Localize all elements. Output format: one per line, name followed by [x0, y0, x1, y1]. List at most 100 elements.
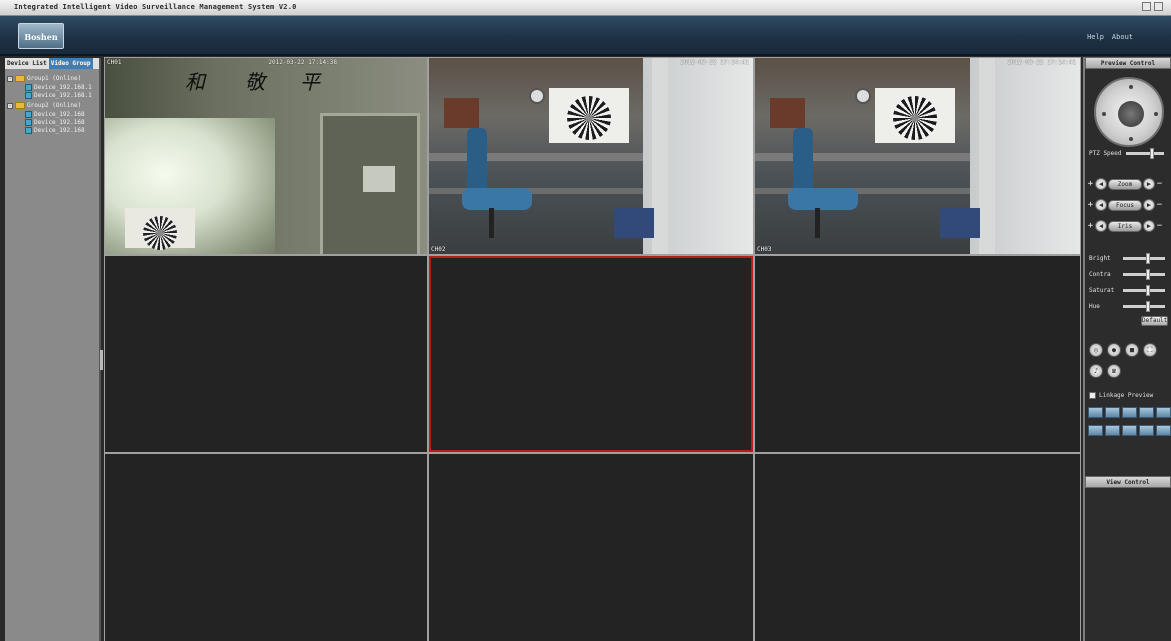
- slider-thumb[interactable]: [1146, 253, 1150, 264]
- default-button[interactable]: Default: [1141, 316, 1168, 326]
- arrow-right-icon[interactable]: ▶: [1143, 199, 1155, 211]
- zoom-in-icon[interactable]: +: [1087, 179, 1094, 189]
- hue-slider[interactable]: [1123, 301, 1165, 312]
- snapshot-icon[interactable]: ◎: [1089, 343, 1103, 357]
- video-cell-4[interactable]: [105, 256, 427, 452]
- slider-thumb[interactable]: [1146, 269, 1150, 280]
- video-cell-5-selected[interactable]: [429, 256, 753, 452]
- contrast-label: Contra: [1089, 271, 1111, 278]
- video-cell-2[interactable]: 2012-03-22 17:14:41 CH02: [429, 58, 753, 254]
- cell-timestamp: 2012-03-22 17:14:41: [680, 59, 749, 66]
- saturation-slider[interactable]: [1123, 285, 1165, 296]
- arrow-left-icon[interactable]: ◀: [1095, 220, 1107, 232]
- about-link[interactable]: About: [1112, 33, 1133, 41]
- tree-item[interactable]: Device_192.168: [25, 118, 97, 126]
- tree-item[interactable]: Device_192.168.1: [25, 91, 97, 99]
- fullscreen-icon[interactable]: ⛶: [1143, 343, 1157, 357]
- ptz-left-icon[interactable]: [1102, 112, 1106, 116]
- help-link[interactable]: Help: [1087, 33, 1104, 41]
- arrow-left-icon[interactable]: ◀: [1095, 199, 1107, 211]
- control-panel: Preview Control PTZ Speed + ◀ Zoom ▶ − +…: [1083, 57, 1171, 641]
- camera-feed-3: [755, 58, 1080, 254]
- collapse-icon[interactable]: -: [7, 75, 13, 82]
- ptz-down-icon[interactable]: [1129, 137, 1133, 141]
- slider-thumb[interactable]: [1149, 148, 1154, 159]
- preset-button[interactable]: [1088, 425, 1103, 436]
- preset-button[interactable]: [1139, 425, 1154, 436]
- preset-button[interactable]: [1122, 407, 1137, 418]
- preset-button[interactable]: [1156, 407, 1171, 418]
- iris-open-icon[interactable]: +: [1087, 221, 1094, 231]
- header-links: Help About: [1087, 33, 1133, 41]
- close-button[interactable]: [1154, 2, 1163, 11]
- tool-buttons-row-1: ◎ ● ■ ⛶: [1089, 343, 1157, 357]
- cell-timestamp: 2012-03-22 17:14:41: [1007, 59, 1076, 66]
- group-label: Group1 (Online): [27, 75, 82, 82]
- group-label: Group2 (Online): [27, 102, 82, 109]
- video-cell-8[interactable]: [429, 454, 753, 641]
- record-icon[interactable]: ●: [1107, 343, 1121, 357]
- focus-label: Focus: [1108, 199, 1142, 211]
- hue-label: Hue: [1089, 303, 1100, 310]
- device-label: Device_192.168: [34, 118, 85, 126]
- brightness-row: Bright: [1089, 253, 1165, 264]
- collapse-icon[interactable]: -: [7, 102, 13, 109]
- ptz-center-button[interactable]: [1118, 101, 1144, 127]
- brightness-slider[interactable]: [1123, 253, 1165, 264]
- iris-close-icon[interactable]: −: [1156, 221, 1163, 231]
- audio-icon[interactable]: ♪: [1089, 364, 1103, 378]
- video-cell-6[interactable]: [755, 256, 1080, 452]
- hue-row: Hue: [1089, 301, 1165, 312]
- video-cell-7[interactable]: [105, 454, 427, 641]
- arrow-right-icon[interactable]: ▶: [1143, 178, 1155, 190]
- tree-item[interactable]: Device_192.168: [25, 110, 97, 118]
- zoom-out-icon[interactable]: −: [1156, 179, 1163, 189]
- preset-button[interactable]: [1139, 407, 1154, 418]
- device-label: Device_192.168.1: [34, 83, 92, 91]
- preview-control-header[interactable]: Preview Control: [1085, 57, 1171, 69]
- cell-channel-label: CH03: [757, 246, 772, 253]
- tree-item[interactable]: Device_192.168: [25, 126, 97, 134]
- panel-splitter-handle[interactable]: [100, 350, 103, 370]
- talk-icon[interactable]: ☎: [1107, 364, 1121, 378]
- camera-feed-1: 和 敬 平: [105, 58, 427, 254]
- ptz-right-icon[interactable]: [1154, 112, 1158, 116]
- brightness-label: Bright: [1089, 255, 1111, 262]
- ptz-direction-pad[interactable]: [1094, 77, 1164, 147]
- device-tree: - Group1 (Online) Device_192.168.1 Devic…: [5, 69, 99, 137]
- tab-device-list[interactable]: Device List: [5, 58, 49, 69]
- linkage-preview-option[interactable]: Linkage Preview: [1089, 392, 1153, 399]
- preset-button[interactable]: [1122, 425, 1137, 436]
- ptz-up-icon[interactable]: [1129, 85, 1133, 89]
- view-control-header[interactable]: View Control: [1085, 476, 1171, 488]
- arrow-left-icon[interactable]: ◀: [1095, 178, 1107, 190]
- camera-icon: [25, 126, 32, 134]
- tab-video-group[interactable]: Video Group: [48, 58, 93, 69]
- video-cell-1[interactable]: 和 敬 平 CH01 2012-03-22 17:14:38: [105, 58, 427, 254]
- tree-group[interactable]: - Group1 (Online): [7, 74, 97, 83]
- contrast-row: Contra: [1089, 269, 1165, 280]
- minimize-button[interactable]: [1142, 2, 1151, 11]
- arrow-right-icon[interactable]: ▶: [1143, 220, 1155, 232]
- focus-out-icon[interactable]: −: [1156, 200, 1163, 210]
- linkage-preview-checkbox[interactable]: [1089, 392, 1096, 399]
- preset-button[interactable]: [1156, 425, 1171, 436]
- camera-icon: [25, 118, 32, 126]
- preset-button[interactable]: [1105, 407, 1120, 418]
- preset-button[interactable]: [1088, 407, 1103, 418]
- header-banner: Boshen Help About: [0, 16, 1171, 56]
- saturation-row: Saturat: [1089, 285, 1165, 296]
- preset-buttons-row-1: [1088, 407, 1171, 418]
- tree-item[interactable]: Device_192.168.1: [25, 83, 97, 91]
- camera-feed-2: [429, 58, 753, 254]
- video-cell-9[interactable]: [755, 454, 1080, 641]
- contrast-slider[interactable]: [1123, 269, 1165, 280]
- preset-button[interactable]: [1105, 425, 1120, 436]
- tree-group[interactable]: - Group2 (Online): [7, 101, 97, 110]
- ptz-speed-slider[interactable]: [1125, 148, 1164, 159]
- slider-thumb[interactable]: [1146, 285, 1150, 296]
- video-cell-3[interactable]: 2012-03-22 17:14:41 CH03: [755, 58, 1080, 254]
- slider-thumb[interactable]: [1146, 301, 1150, 312]
- focus-in-icon[interactable]: +: [1087, 200, 1094, 210]
- stop-icon[interactable]: ■: [1125, 343, 1139, 357]
